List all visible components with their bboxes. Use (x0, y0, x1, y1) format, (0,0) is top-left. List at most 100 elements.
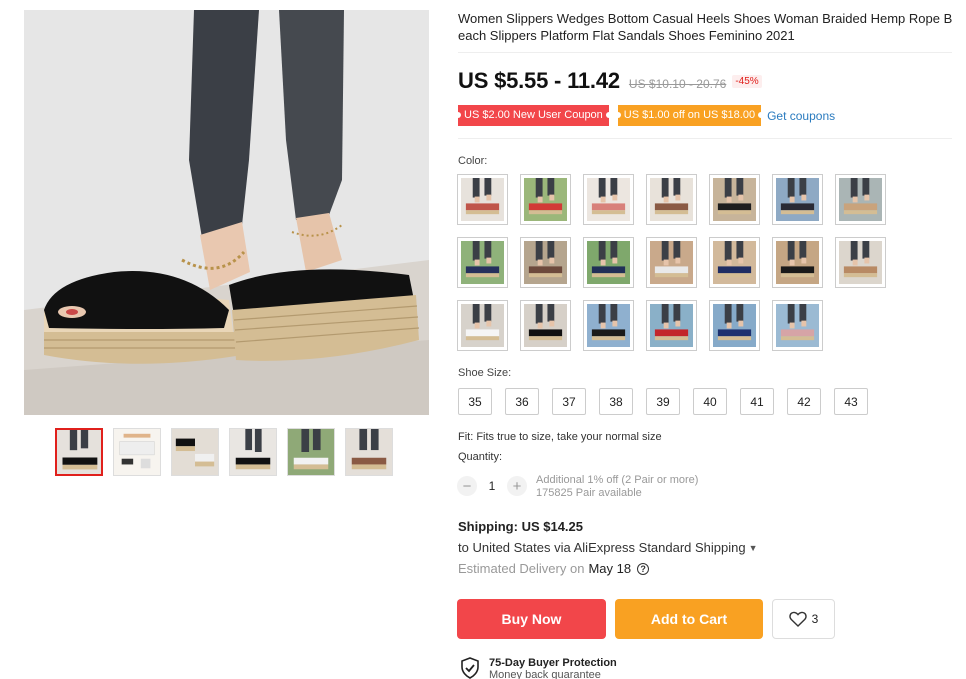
quantity-stepper: − 1 + (457, 476, 527, 496)
swatch-thumbnail (524, 178, 567, 221)
get-coupons-link[interactable]: Get coupons (767, 109, 835, 123)
size-option[interactable]: 43 (834, 388, 868, 415)
swatch-thumbnail (839, 241, 882, 284)
swatch-thumbnail (713, 304, 756, 347)
color-swatch[interactable] (457, 174, 508, 225)
swatch-thumbnail (776, 178, 819, 221)
color-swatch[interactable] (646, 174, 697, 225)
color-swatch[interactable] (583, 300, 634, 351)
swatch-thumbnail (650, 304, 693, 347)
main-product-image[interactable] (24, 10, 429, 415)
size-option[interactable]: 36 (505, 388, 539, 415)
heart-icon (788, 611, 807, 627)
product-title: Women Slippers Wedges Bottom Casual Heel… (458, 10, 958, 44)
color-swatch[interactable] (709, 237, 760, 288)
fit-note: Fit: Fits true to size, take your normal… (458, 431, 662, 443)
size-options: 35 36 37 38 39 40 41 42 43 (458, 388, 881, 415)
swatch-thumbnail (524, 304, 567, 347)
wishlist-button[interactable]: 3 (772, 599, 835, 639)
quantity-info: Additional 1% off (2 Pair or more) 17582… (536, 474, 698, 500)
swatch-thumbnail (524, 241, 567, 284)
shipping-label: Shipping: (458, 519, 518, 534)
color-swatch[interactable] (583, 174, 634, 225)
color-swatch[interactable] (520, 174, 571, 225)
estimated-delivery: Estimated Delivery on May 18 ? (458, 561, 650, 576)
swatch-thumbnail (713, 241, 756, 284)
color-swatch[interactable] (646, 300, 697, 351)
quantity-label: Quantity: (458, 451, 503, 463)
color-swatch[interactable] (646, 237, 697, 288)
discount-badge: -45% (732, 74, 762, 88)
color-swatch[interactable] (520, 237, 571, 288)
color-swatch[interactable] (520, 300, 571, 351)
thumbnail-4[interactable] (229, 428, 277, 476)
swatch-thumbnail (461, 178, 504, 221)
color-swatch[interactable] (709, 174, 760, 225)
thumbnail-3[interactable] (171, 428, 219, 476)
shipping-cost: Shipping: US $14.25 (458, 519, 583, 534)
swatch-thumbnail (776, 304, 819, 347)
swatch-thumbnail (839, 178, 882, 221)
shield-check-icon (461, 657, 479, 679)
bulk-discount-note: Additional 1% off (2 Pair or more) (536, 474, 699, 486)
size-option[interactable]: 41 (740, 388, 774, 415)
size-option[interactable]: 38 (599, 388, 633, 415)
color-swatch[interactable] (772, 174, 823, 225)
delivery-label: Estimated Delivery on (458, 561, 585, 576)
product-title-line-1: Women Slippers Wedges Bottom Casual Heel… (458, 11, 953, 26)
color-swatch[interactable] (709, 300, 760, 351)
buy-now-button[interactable]: Buy Now (457, 599, 606, 639)
product-title-line-2: each Slippers Platform Flat Sandals Shoe… (458, 28, 795, 43)
help-icon[interactable]: ? (637, 562, 650, 575)
thumbnail-1[interactable] (55, 428, 103, 476)
swatch-thumbnail (587, 304, 630, 347)
color-swatch[interactable] (457, 300, 508, 351)
thumbnail-5[interactable] (287, 428, 335, 476)
swatch-thumbnail (461, 241, 504, 284)
swatch-thumbnail (650, 178, 693, 221)
current-price: US $5.55 - 11.42 (458, 68, 620, 93)
color-swatch[interactable] (772, 300, 823, 351)
shipping-route: to United States via AliExpress Standard… (458, 540, 746, 555)
store-coupon[interactable]: US $1.00 off on US $18.00 (614, 105, 765, 126)
add-to-cart-button[interactable]: Add to Cart (615, 599, 763, 639)
new-user-coupon[interactable]: US $2.00 New User Coupon (455, 105, 612, 126)
swatch-thumbnail (587, 178, 630, 221)
swatch-thumbnail (776, 241, 819, 284)
swatch-thumbnail (650, 241, 693, 284)
size-option[interactable]: 37 (552, 388, 586, 415)
color-swatch[interactable] (457, 237, 508, 288)
swatch-thumbnail (587, 241, 630, 284)
quantity-increase-button[interactable]: + (507, 476, 527, 496)
color-swatch[interactable] (772, 237, 823, 288)
color-swatch[interactable] (583, 237, 634, 288)
color-swatch[interactable] (835, 237, 886, 288)
quantity-decrease-button[interactable]: − (457, 476, 477, 496)
buyer-protection: 75-Day Buyer Protection Money back guara… (459, 657, 617, 679)
divider (458, 138, 952, 139)
swatch-thumbnail (713, 178, 756, 221)
protection-title: 75-Day Buyer Protection (489, 657, 617, 669)
chevron-down-icon: ▼ (748, 542, 758, 553)
protection-subtitle: Money back guarantee (489, 669, 601, 679)
color-swatch[interactable] (835, 174, 886, 225)
shipping-price: US $14.25 (521, 519, 583, 534)
swatch-thumbnail (461, 304, 504, 347)
thumbnail-6[interactable] (345, 428, 393, 476)
price-row: US $5.55 - 11.42 US $10.10 - 20.76 -45% (458, 68, 762, 94)
thumbnail-2[interactable] (113, 428, 161, 476)
stock-available: 175825 Pair available (536, 487, 642, 499)
size-option[interactable]: 42 (787, 388, 821, 415)
color-label: Color: (458, 155, 488, 167)
coupon-row: US $2.00 New User Coupon US $1.00 off on… (455, 105, 835, 126)
shipping-method-selector[interactable]: to United States via AliExpress Standard… (458, 540, 758, 555)
original-price: US $10.10 - 20.76 (628, 77, 727, 91)
delivery-date: May 18 (588, 561, 632, 576)
size-option[interactable]: 39 (646, 388, 680, 415)
quantity-value[interactable]: 1 (477, 479, 507, 493)
divider (458, 52, 952, 53)
size-label: Shoe Size: (458, 367, 512, 379)
size-option[interactable]: 35 (458, 388, 492, 415)
size-option[interactable]: 40 (693, 388, 727, 415)
wishlist-count: 3 (811, 612, 819, 626)
